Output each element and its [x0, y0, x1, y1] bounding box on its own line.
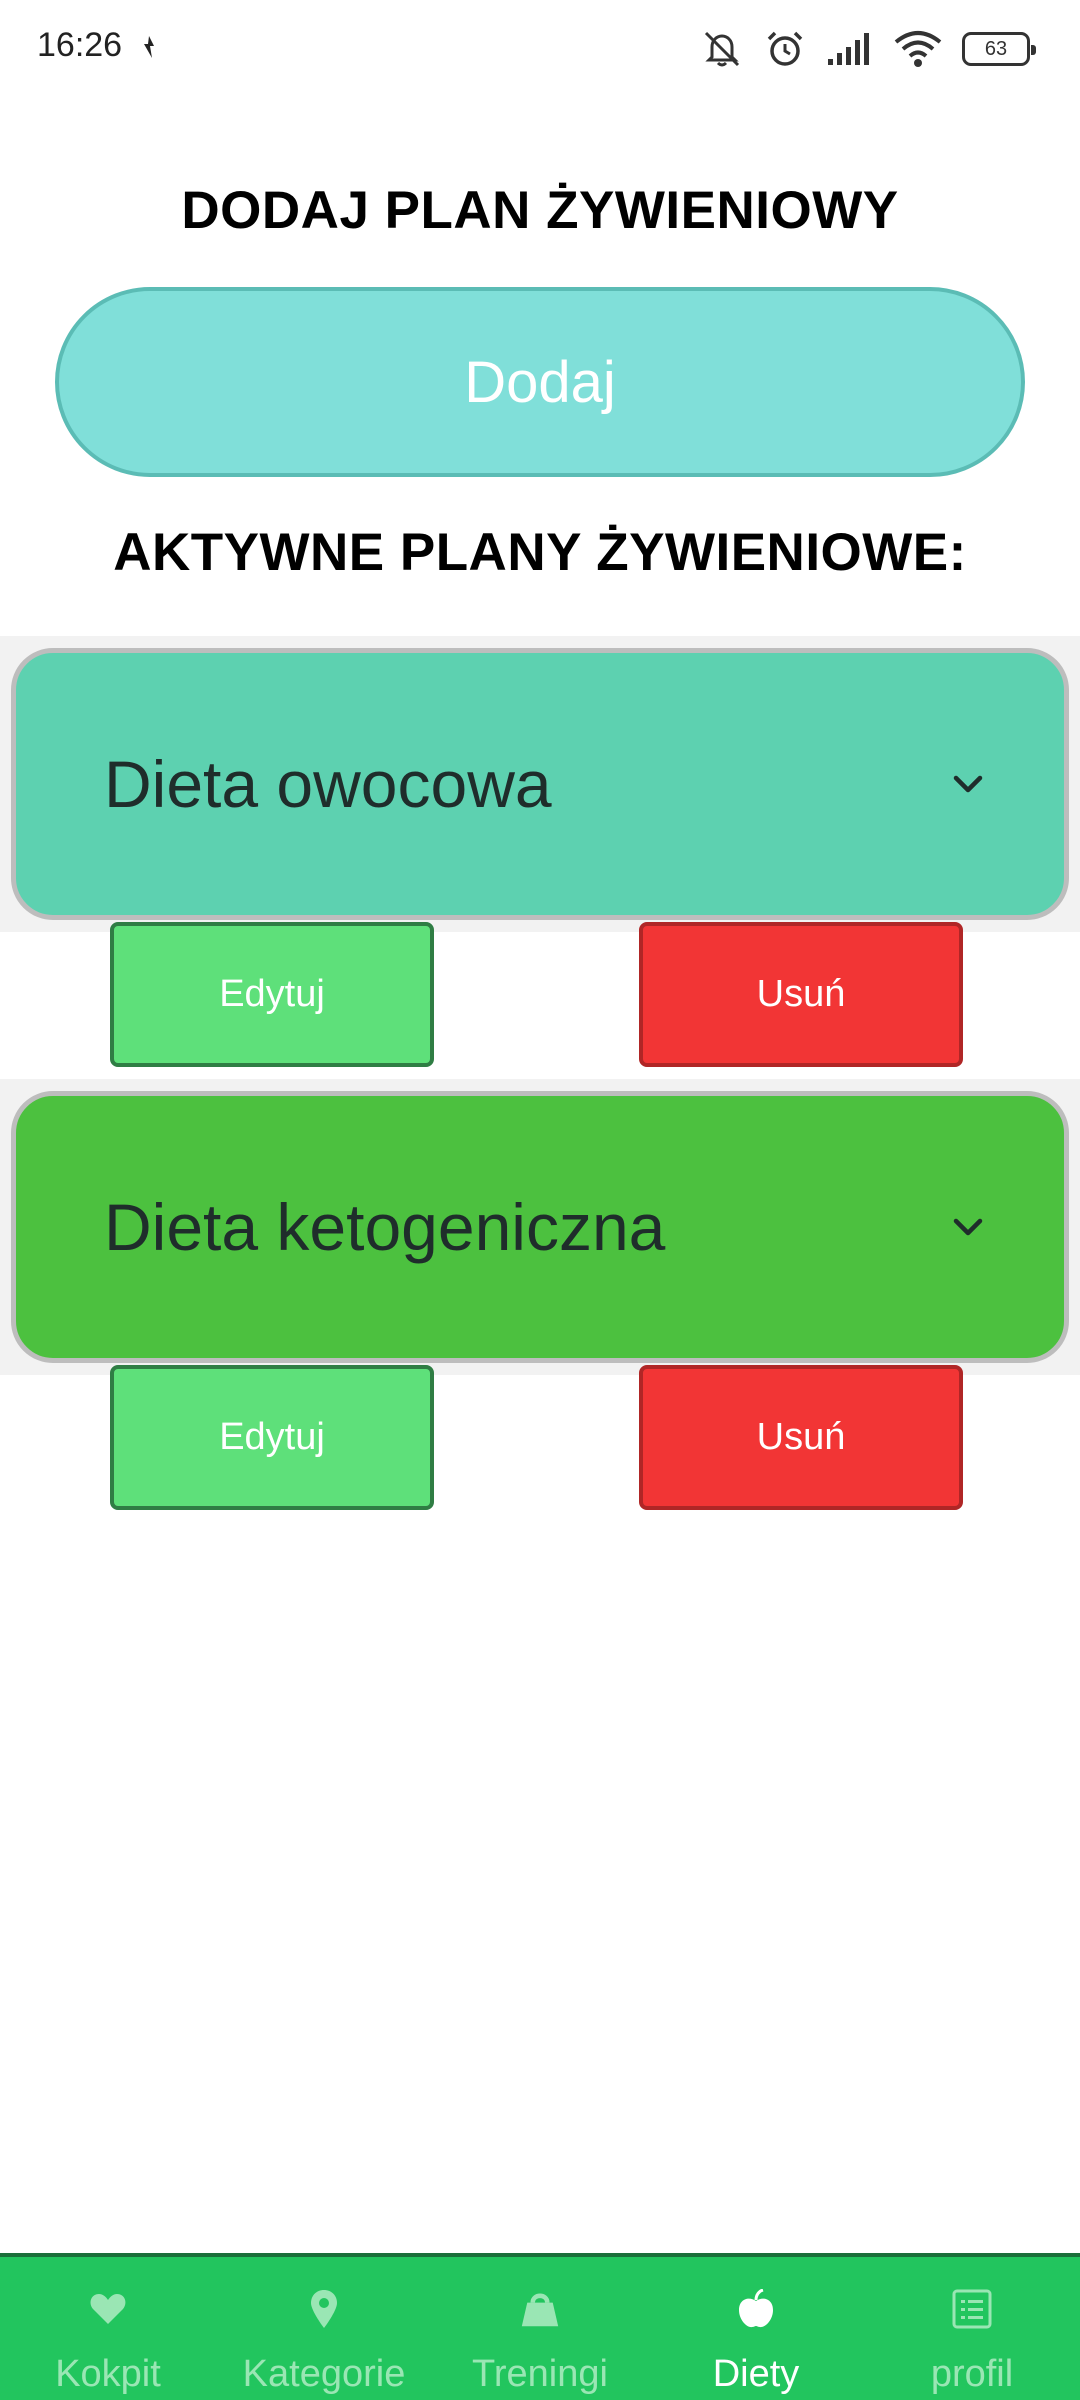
nav-label: Kategorie	[242, 2353, 406, 2395]
edit-button[interactable]: Edytuj	[110, 922, 434, 1067]
nav-item-kokpit[interactable]: Kokpit	[0, 2257, 216, 2400]
kettlebell-icon	[520, 2289, 560, 2329]
heart-icon	[88, 2289, 128, 2329]
active-plans-heading: AKTYWNE PLANY ŻYWIENIOWE:	[113, 523, 967, 582]
nav-item-kategorie[interactable]: Kategorie	[216, 2257, 432, 2400]
nav-item-profil[interactable]: profil	[864, 2257, 1080, 2400]
map-pin-icon	[304, 2289, 344, 2329]
nav-label: Treningi	[472, 2353, 608, 2395]
chevron-down-icon	[953, 1218, 983, 1236]
nav-item-diety[interactable]: Diety	[648, 2257, 864, 2400]
add-plan-button[interactable]: Dodaj	[55, 287, 1025, 477]
plan-card-owocowa[interactable]: Dieta owocowa	[11, 648, 1069, 920]
list-icon	[952, 2289, 992, 2329]
plan-card-ketogeniczna[interactable]: Dieta ketogeniczna	[11, 1091, 1069, 1363]
nav-label: profil	[930, 2353, 1014, 2395]
notification-icon	[144, 36, 154, 58]
plan-title: Dieta ketogeniczna	[104, 1190, 666, 1264]
signal-icon	[828, 33, 869, 65]
nav-item-treningi[interactable]: Treningi	[432, 2257, 648, 2400]
status-icons: 63	[700, 24, 1036, 74]
add-plan-heading: DODAJ PLAN ŻYWIENIOWY	[181, 181, 899, 240]
status-bar: 16:26 63	[0, 0, 1080, 96]
wifi-icon	[894, 31, 942, 67]
nav-label: Diety	[712, 2353, 800, 2395]
alarm-icon	[767, 31, 803, 66]
plan-title: Dieta owocowa	[104, 747, 552, 821]
edit-button[interactable]: Edytuj	[110, 1365, 434, 1510]
mute-icon	[704, 31, 740, 67]
chevron-down-icon	[953, 775, 983, 793]
nav-label: Kokpit	[55, 2353, 161, 2395]
apple-icon	[736, 2289, 776, 2329]
bottom-nav: Kokpit Kategorie Treningi Diety profil	[0, 2253, 1080, 2400]
battery-icon: 63	[962, 32, 1036, 66]
delete-button[interactable]: Usuń	[639, 1365, 963, 1510]
battery-level: 63	[984, 37, 1008, 60]
delete-button[interactable]: Usuń	[639, 922, 963, 1067]
status-time: 16:26	[37, 26, 123, 64]
